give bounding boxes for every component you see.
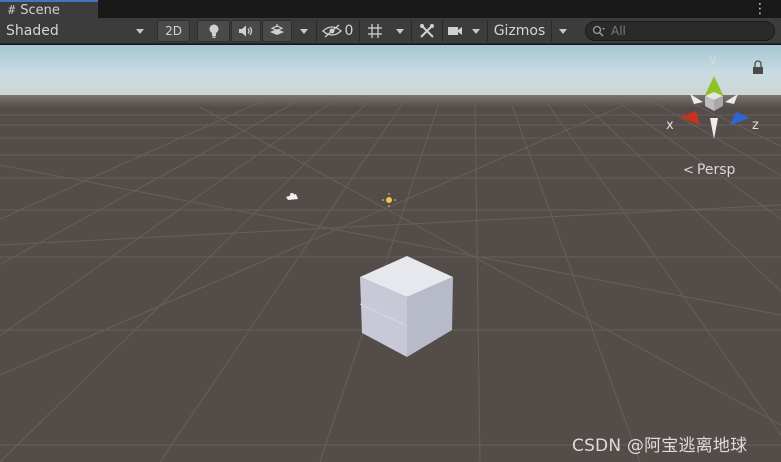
scene-viewport[interactable]: y x z < Persp CSDN @阿宝逃离地球 xyxy=(0,45,781,462)
grid-snap-button[interactable] xyxy=(359,20,389,42)
grid-icon xyxy=(367,24,382,38)
hidden-eye-icon xyxy=(321,24,342,38)
chevron-down-icon xyxy=(472,28,480,34)
chevron-down-icon xyxy=(395,28,404,34)
tab-scene[interactable]: # Scene xyxy=(0,0,98,18)
tab-bar: # Scene ⋮ xyxy=(0,0,781,18)
toggle-2d-label: 2D xyxy=(165,24,182,38)
grid-hash-icon: # xyxy=(8,3,16,17)
gizmos-button[interactable]: Gizmos xyxy=(487,20,551,42)
projection-label: Persp xyxy=(696,162,736,178)
watermark-text: CSDN @阿宝逃离地球 xyxy=(572,436,748,456)
gizmos-label: Gizmos xyxy=(493,23,546,39)
layers-effects-icon xyxy=(270,24,284,35)
audio-toggle-button[interactable] xyxy=(231,20,261,42)
lighting-toggle-button[interactable] xyxy=(197,20,230,42)
lightbulb-icon xyxy=(209,24,218,38)
tab-scene-label: Scene xyxy=(20,2,60,18)
shading-mode-label: Shaded xyxy=(6,23,59,39)
gizmo-axis-y-label: y xyxy=(709,52,717,67)
chevron-down-icon xyxy=(136,28,144,34)
gizmo-axis-z-label: z xyxy=(752,118,759,133)
grid-dropdown[interactable] xyxy=(389,20,410,42)
hidden-count: 0 xyxy=(344,23,354,39)
gizmo-axis-x-label: x xyxy=(666,118,674,133)
horizon-haze xyxy=(0,95,781,107)
shading-mode-dropdown[interactable]: Shaded xyxy=(0,20,150,42)
video-camera-icon xyxy=(447,27,462,35)
projection-toggle[interactable]: < Persp xyxy=(683,162,735,178)
scene-toolbar: Shaded 2D 0 Gizmos All xyxy=(0,18,781,44)
search-input[interactable] xyxy=(611,24,771,38)
chevron-down-icon xyxy=(558,28,567,34)
scene-render xyxy=(0,45,781,462)
scene-visibility-button[interactable]: 0 xyxy=(316,20,358,42)
chevron-left-icon: < xyxy=(683,162,694,178)
toggle-2d-button[interactable]: 2D xyxy=(157,20,190,42)
speaker-icon xyxy=(239,25,253,37)
tools-icon xyxy=(419,24,434,38)
camera-dropdown[interactable] xyxy=(466,20,486,42)
effects-dropdown[interactable] xyxy=(293,20,315,42)
effects-toggle-button[interactable] xyxy=(262,20,292,42)
search-icon xyxy=(592,25,605,37)
camera-button[interactable] xyxy=(442,20,466,42)
gizmos-dropdown[interactable] xyxy=(551,20,573,42)
tools-button[interactable] xyxy=(411,20,441,42)
chevron-down-icon xyxy=(300,28,308,34)
skybox xyxy=(0,45,781,95)
more-options-icon[interactable]: ⋮ xyxy=(753,0,767,18)
scene-search-field[interactable] xyxy=(585,21,775,41)
